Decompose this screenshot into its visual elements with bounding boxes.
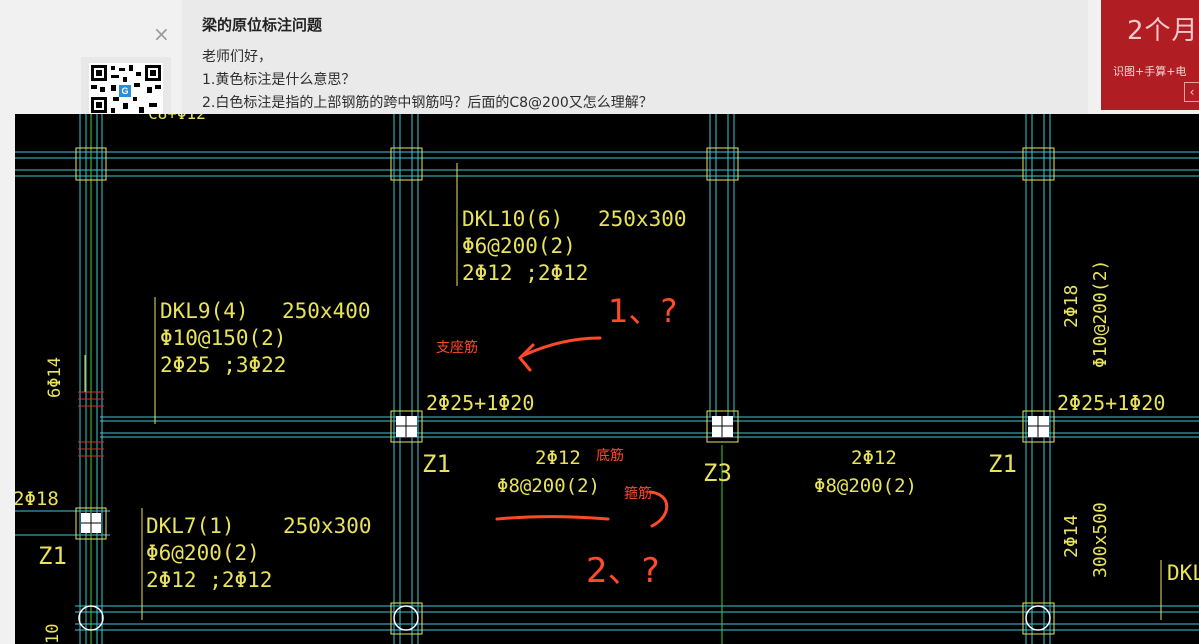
dkl7-size: 250x300: [283, 514, 372, 538]
annotation-support-bar: 支座筋: [436, 339, 478, 356]
right-vertical-label-d: 300x500: [1090, 502, 1111, 578]
ad-banner[interactable]: 2个月 识图+手算+电 ‹: [1101, 0, 1199, 110]
span1-top-label: 2Φ12: [535, 447, 581, 469]
right-vertical-label-a: 2Φ18: [1061, 285, 1082, 328]
dkl10-bars: 2Φ12 ;2Φ12: [462, 261, 588, 285]
column-label-z1-c: Z1: [38, 542, 67, 570]
ad-subline: 识图+手算+电: [1113, 65, 1187, 78]
question-title: 梁的原位标注问题: [202, 16, 323, 34]
cad-canvas: C8+Φ12 DKL10(6) 250x300 Φ6@200(2) 2Φ12 ;…: [15, 114, 1199, 644]
bottom-left-label: 10: [43, 624, 63, 644]
span2-top-label: 2Φ12: [851, 447, 897, 469]
right-vertical-label-c: 2Φ14: [1061, 515, 1082, 558]
dkl9-stirrup: Φ10@150(2): [160, 326, 286, 350]
annotation-mark-2: 2、?: [586, 551, 660, 591]
ad-prev-button[interactable]: ‹: [1184, 82, 1199, 102]
annotation-bottom-bar: 底筋: [596, 447, 624, 464]
column-label-z1-b: Z1: [988, 450, 1017, 478]
question-line-3: 2.白色标注是指的上部钢筋的跨中钢筋吗？后面的C8@200又怎么理解？: [202, 95, 653, 111]
annotation-mark-1: 1、?: [608, 292, 677, 330]
dkl9-bars: 2Φ25 ;3Φ22: [160, 353, 286, 377]
question-line-1: 老师们好，: [202, 49, 272, 65]
right-edge-label: DKL: [1167, 561, 1199, 585]
qr-code: G: [81, 57, 171, 115]
left-pane: × G: [0, 0, 182, 115]
close-icon[interactable]: ×: [153, 24, 170, 44]
ad-headline: 2个月: [1127, 16, 1199, 46]
question-line-2: 1.黄色标注是什么意思？: [202, 72, 356, 88]
annotation-stirrup: 箍筋: [624, 485, 652, 502]
span2-stirrup-label: Φ8@200(2): [814, 475, 917, 497]
dkl10-name: DKL10(6): [462, 207, 563, 231]
dkl7-bars: 2Φ12 ;2Φ12: [146, 568, 272, 592]
dkl10-stirrup: Φ6@200(2): [462, 234, 576, 258]
pile-circles: [78, 605, 1051, 631]
column-label-z1-a: Z1: [422, 450, 451, 478]
question-panel: 梁的原位标注问题 老师们好， 1.黄色标注是什么意思？ 2.白色标注是指的上部钢…: [182, 0, 1088, 114]
left-side-label: 2Φ18: [15, 488, 59, 510]
dkl10-size: 250x300: [598, 207, 687, 231]
dkl7-stirrup: Φ6@200(2): [146, 541, 260, 565]
svg-text:G: G: [121, 86, 128, 96]
partial-label: C8+Φ12: [148, 114, 206, 123]
span1-stirrup-label: Φ8@200(2): [497, 475, 600, 497]
column-label-z3: Z3: [703, 459, 732, 487]
cad-drawing: C8+Φ12 DKL10(6) 250x300 Φ6@200(2) 2Φ12 ;…: [15, 114, 1199, 644]
left-vertical-label: 6Φ14: [45, 357, 65, 398]
support-label-a: 2Φ25+1Φ20: [426, 391, 534, 415]
dkl9-size: 250x400: [282, 299, 371, 323]
dkl9-name: DKL9(4): [160, 299, 249, 323]
support-label-b: 2Φ25+1Φ20: [1057, 391, 1165, 415]
dkl7-name: DKL7(1): [146, 514, 235, 538]
right-vertical-label-b: Φ10@200(2): [1090, 260, 1111, 368]
question-header: × G 梁的原位标注问题 老师们好， 1.黄色标注是什么意思？ 2.白色标注是指…: [0, 0, 1199, 115]
